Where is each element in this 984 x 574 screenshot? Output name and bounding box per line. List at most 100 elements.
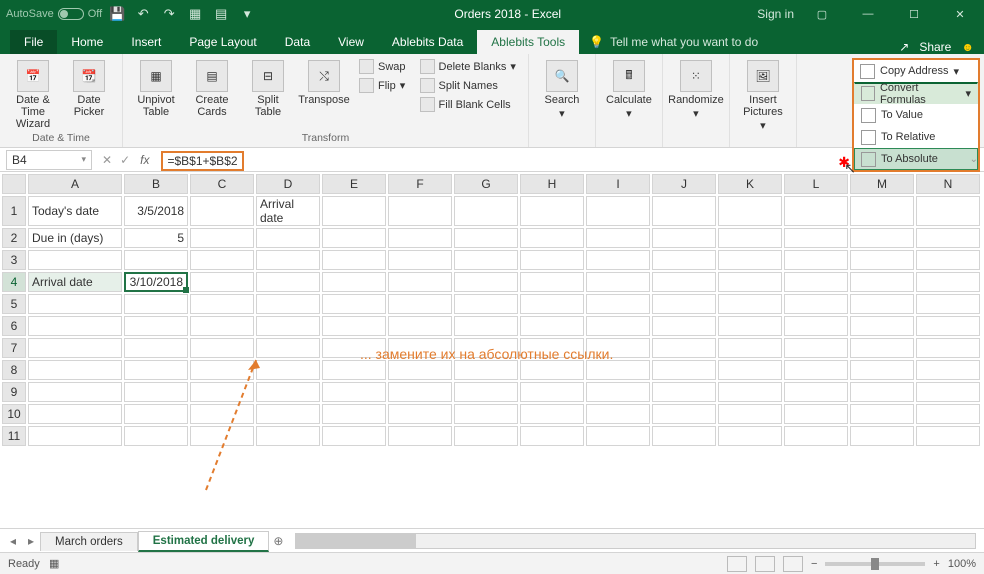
accept-formula-icon[interactable]: ✓ — [120, 153, 130, 167]
cell-A4[interactable]: Arrival date — [28, 272, 122, 292]
split-names-button[interactable]: Split Names — [416, 77, 520, 94]
smiley-icon[interactable]: ☻ — [961, 40, 974, 54]
randomize-button[interactable]: ⁙Randomize▾ — [671, 58, 721, 122]
row-header-3[interactable]: 3 — [2, 250, 26, 270]
delete-blanks-button[interactable]: Delete Blanks ▾ — [416, 58, 520, 75]
cell-B2[interactable]: 5 — [124, 228, 188, 248]
col-header-A[interactable]: A — [28, 174, 122, 194]
row-header-10[interactable]: 10 — [2, 404, 26, 424]
redo-icon[interactable]: ↷ — [158, 3, 180, 25]
autosave-toggle[interactable]: AutoSave Off — [6, 8, 102, 20]
zoom-level[interactable]: 100% — [948, 558, 976, 570]
name-box[interactable]: B4▾ — [6, 150, 92, 170]
sheet-nav-next[interactable]: ▸ — [22, 534, 40, 548]
qat-dropdown-icon[interactable]: ▾ — [236, 3, 258, 25]
flip-button[interactable]: Flip ▾ — [355, 77, 410, 94]
col-header-F[interactable]: F — [388, 174, 452, 194]
create-cards-button[interactable]: ▤Create Cards — [187, 58, 237, 120]
cancel-formula-icon[interactable]: ✕ — [102, 153, 112, 167]
tab-page-layout[interactable]: Page Layout — [175, 30, 270, 54]
row-header-11[interactable]: 11 — [2, 426, 26, 446]
share-button[interactable]: Share — [919, 40, 951, 54]
search-button[interactable]: 🔍Search▾ — [537, 58, 587, 122]
cell-C1[interactable] — [190, 196, 254, 226]
page-layout-view-icon[interactable] — [755, 556, 775, 572]
tab-view[interactable]: View — [324, 30, 378, 54]
tab-home[interactable]: Home — [57, 30, 117, 54]
cell-A1[interactable]: Today's date — [28, 196, 122, 226]
horizontal-scrollbar[interactable] — [295, 533, 976, 549]
page-break-view-icon[interactable] — [783, 556, 803, 572]
date-time-wizard-button[interactable]: 📅Date & Time Wizard — [8, 58, 58, 132]
convert-formulas-button[interactable]: Convert Formulas ▾ — [854, 82, 978, 104]
unpivot-button[interactable]: ▦Unpivot Table — [131, 58, 181, 120]
col-header-C[interactable]: C — [190, 174, 254, 194]
cell-D1[interactable]: Arrival date — [256, 196, 320, 226]
row-header-8[interactable]: 8 — [2, 360, 26, 380]
row-header-9[interactable]: 9 — [2, 382, 26, 402]
row-header-1[interactable]: 1 — [2, 196, 26, 226]
to-relative-button[interactable]: To Relative — [854, 126, 978, 148]
save-icon[interactable]: 💾 — [106, 3, 128, 25]
col-header-E[interactable]: E — [322, 174, 386, 194]
col-header-L[interactable]: L — [784, 174, 848, 194]
fill-blank-button[interactable]: Fill Blank Cells — [416, 96, 520, 113]
zoom-out-icon[interactable]: − — [811, 558, 817, 570]
tab-insert[interactable]: Insert — [117, 30, 175, 54]
cell-B4[interactable]: 3/10/2018 — [124, 272, 188, 292]
transpose-button[interactable]: ⤭Transpose — [299, 58, 349, 108]
sheet-tab-estimated[interactable]: Estimated delivery — [138, 531, 270, 552]
minimize-icon[interactable]: — — [850, 1, 886, 27]
calendar-icon: 📆 — [73, 60, 105, 92]
col-header-J[interactable]: J — [652, 174, 716, 194]
col-header-G[interactable]: G — [454, 174, 518, 194]
swap-button[interactable]: Swap — [355, 58, 410, 75]
sheet-tab-march[interactable]: March orders — [40, 532, 138, 551]
row-header-5[interactable]: 5 — [2, 294, 26, 314]
tab-ablebits-tools[interactable]: Ablebits Tools — [477, 30, 579, 54]
row-header-2[interactable]: 2 — [2, 228, 26, 248]
calculate-button[interactable]: 🖩Calculate▾ — [604, 58, 654, 122]
row-header-4[interactable]: 4 — [2, 272, 26, 292]
tab-ablebits-data[interactable]: Ablebits Data — [378, 30, 477, 54]
tell-me-search[interactable]: 💡 Tell me what you want to do — [579, 30, 768, 54]
sheet-nav-prev[interactable]: ◂ — [4, 534, 22, 548]
expand-formula-icon[interactable]: ⌄ — [970, 154, 978, 165]
row-header-7[interactable]: 7 — [2, 338, 26, 358]
zoom-slider[interactable] — [825, 562, 925, 566]
col-header-B[interactable]: B — [124, 174, 188, 194]
select-all[interactable] — [2, 174, 26, 194]
normal-view-icon[interactable] — [727, 556, 747, 572]
qat-btn1-icon[interactable]: ▦ — [184, 3, 206, 25]
copy-address-button[interactable]: Copy Address ▾ — [854, 60, 978, 82]
cell-B1[interactable]: 3/5/2018 — [124, 196, 188, 226]
col-header-H[interactable]: H — [520, 174, 584, 194]
fx-icon[interactable]: fx — [140, 153, 149, 167]
close-icon[interactable]: ✕ — [942, 1, 978, 27]
macro-icon[interactable]: ▦ — [49, 558, 59, 570]
new-sheet-button[interactable]: ⊕ — [269, 534, 287, 548]
to-value-button[interactable]: To Value — [854, 104, 978, 126]
split-table-button[interactable]: ⊟Split Table — [243, 58, 293, 120]
cell-A2[interactable]: Due in (days) — [28, 228, 122, 248]
spreadsheet-grid[interactable]: A B C D E F G H I J K L M N 1 Today's da… — [0, 172, 984, 528]
copy-address-icon — [860, 64, 875, 79]
col-header-M[interactable]: M — [850, 174, 914, 194]
col-header-I[interactable]: I — [586, 174, 650, 194]
tab-file[interactable]: File — [10, 30, 57, 54]
zoom-in-icon[interactable]: + — [933, 558, 939, 570]
date-picker-button[interactable]: 📆Date Picker — [64, 58, 114, 120]
row-header-6[interactable]: 6 — [2, 316, 26, 336]
ribbon-options-icon[interactable]: ▢ — [804, 1, 840, 27]
undo-icon[interactable]: ↶ — [132, 3, 154, 25]
maximize-icon[interactable]: ☐ — [896, 1, 932, 27]
qat-btn2-icon[interactable]: ▤ — [210, 3, 232, 25]
annotation-text: ... замените их на абсолютные ссылки. — [360, 346, 613, 362]
tab-data[interactable]: Data — [271, 30, 324, 54]
col-header-N[interactable]: N — [916, 174, 980, 194]
col-header-D[interactable]: D — [256, 174, 320, 194]
insert-pictures-button[interactable]: 🖼Insert Pictures▾ — [738, 58, 788, 134]
formula-input[interactable]: =$B$1+$B$2 ⌄ — [155, 149, 984, 171]
sign-in-link[interactable]: Sign in — [757, 7, 794, 21]
col-header-K[interactable]: K — [718, 174, 782, 194]
